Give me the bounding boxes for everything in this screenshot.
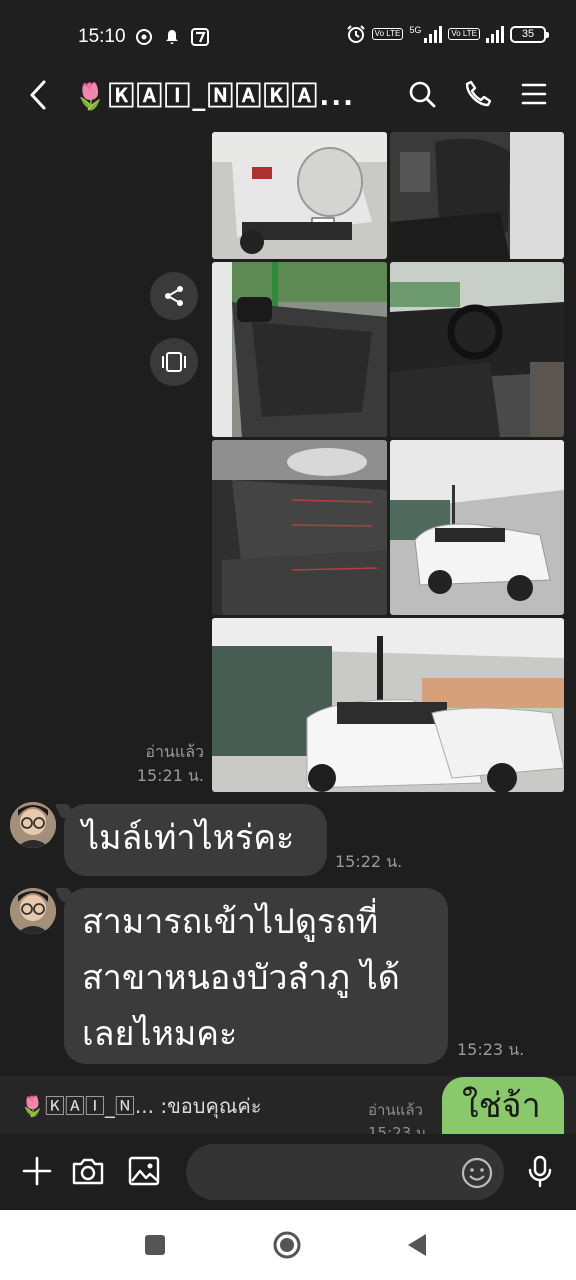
photo-1[interactable] — [212, 132, 387, 259]
photo-2[interactable] — [390, 132, 564, 259]
status-left-icons — [134, 27, 210, 47]
search-icon[interactable] — [406, 78, 438, 110]
image-icon[interactable] — [127, 1154, 161, 1188]
alarm-icon — [346, 24, 366, 44]
share-button[interactable] — [150, 272, 198, 320]
message-timestamp: 15:22 น. — [335, 852, 403, 871]
avatar[interactable] — [10, 802, 56, 848]
back-nav-icon[interactable] — [402, 1230, 432, 1260]
preview-timestamp: 15:23 น. — [368, 1124, 432, 1134]
message-bubble[interactable]: สามารถเข้าไปดูรถที่ สาขาหนองบัวลำภู ได้ … — [64, 888, 448, 1064]
message-text: ไมล์เท่าไหร่คะ — [82, 818, 295, 858]
chat-area[interactable]: อ่านแล้ว 15:21 น. ไมล์เท่าไหร่คะ 15:22 น… — [0, 132, 576, 1076]
chrome-icon — [134, 27, 154, 47]
message-line: สาขาหนองบัวลำภู ได้ — [82, 958, 400, 998]
read-status: อ่านแล้ว — [145, 742, 204, 761]
plus-icon[interactable] — [20, 1154, 54, 1188]
notification-bell-icon — [162, 27, 182, 47]
camera-icon[interactable] — [71, 1154, 105, 1188]
volte-icon-2: Vo LTE — [448, 28, 480, 40]
system-navigation-bar — [0, 1210, 576, 1280]
photo-5[interactable] — [212, 440, 387, 615]
message-timestamp: 15:23 น. — [457, 1040, 525, 1059]
preview-read-status: อ่านแล้ว — [368, 1101, 423, 1119]
input-bar — [0, 1134, 576, 1210]
preview-text: 🌷🄺🄰🄸_🄽... :ขอบคุณค่ะ — [20, 1094, 262, 1118]
album-icon — [162, 352, 186, 372]
back-arrow-icon[interactable] — [24, 78, 54, 112]
home-icon[interactable] — [272, 1230, 302, 1260]
seven-eleven-app-icon — [190, 27, 210, 47]
album-view-button[interactable] — [150, 338, 198, 386]
message-bubble[interactable]: ไมล์เท่าไหร่คะ — [64, 804, 327, 876]
outgoing-message-bubble[interactable]: ใช่จ้า — [442, 1077, 564, 1137]
menu-icon[interactable] — [518, 78, 550, 110]
network-label: 5G — [409, 25, 422, 35]
photo-6[interactable] — [390, 440, 564, 615]
status-time: 15:10 — [78, 26, 126, 47]
photo-4[interactable] — [390, 262, 564, 437]
signal-icon-2 — [486, 25, 504, 43]
emoji-icon[interactable] — [460, 1156, 494, 1190]
volte-icon: Vo LTE — [371, 28, 404, 40]
chat-title[interactable]: 🌷🄺🄰🄸_🄽🄰🄺🄰... — [74, 76, 355, 113]
photo-3[interactable] — [212, 262, 387, 437]
outgoing-message-text: ใช่จ้า — [462, 1086, 541, 1126]
status-right-icons: Vo LTE 5G Vo LTE 35 — [346, 24, 549, 44]
message-input[interactable] — [186, 1144, 504, 1200]
message-line: เลยไหมคะ — [82, 1014, 238, 1054]
recent-apps-icon[interactable] — [140, 1230, 170, 1260]
phone-icon[interactable] — [462, 78, 494, 110]
photos-timestamp: 15:21 น. — [136, 766, 204, 785]
chat-header: 🌷🄺🄰🄸_🄽🄰🄺🄰... — [0, 56, 576, 132]
signal-icon: 5G — [409, 25, 443, 43]
photo-7[interactable] — [212, 618, 564, 792]
avatar[interactable] — [10, 888, 56, 934]
battery-icon: 35 — [510, 25, 549, 43]
microphone-icon[interactable] — [523, 1154, 557, 1188]
message-line: สามารถเข้าไปดูรถที่ — [82, 902, 379, 942]
share-icon — [165, 286, 183, 306]
